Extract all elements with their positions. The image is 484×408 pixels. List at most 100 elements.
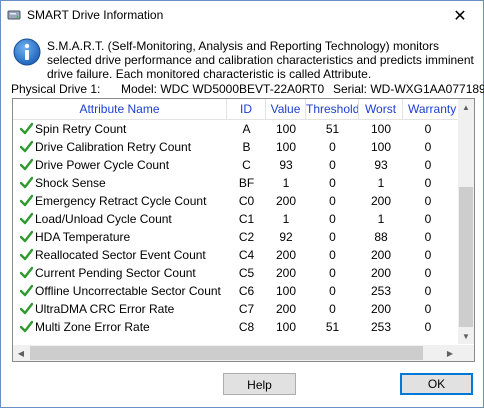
table-row[interactable]: Shock Sense BF 1 0 1 0 — [13, 174, 459, 192]
cell-warranty: 0 — [424, 176, 432, 190]
cell-name: HDA Temperature — [35, 230, 131, 244]
checkmark-icon — [20, 230, 33, 243]
cell-worst: 200 — [370, 194, 392, 208]
scroll-left-icon[interactable]: ◀ — [13, 345, 29, 361]
cell-id: A — [242, 122, 251, 136]
close-button[interactable]: ✕ — [437, 1, 483, 31]
checkmark-icon — [20, 284, 33, 297]
cell-worst: 100 — [370, 140, 392, 154]
cell-threshold: 0 — [329, 266, 336, 280]
cell-worst: 200 — [370, 302, 392, 316]
table-row[interactable]: Load/Unload Cycle Count C1 1 0 1 0 — [13, 210, 459, 228]
close-icon: ✕ — [453, 8, 467, 25]
horizontal-scroll-thumb[interactable] — [30, 346, 423, 360]
cell-threshold: 0 — [329, 302, 336, 316]
table-header: Attribute Name ID Value Threshold Worst … — [13, 99, 459, 120]
cell-warranty: 0 — [424, 284, 432, 298]
cell-value: 92 — [279, 230, 293, 244]
cell-worst: 88 — [374, 230, 388, 244]
vertical-scroll-thumb[interactable] — [459, 187, 473, 327]
attribute-table[interactable]: Attribute Name ID Value Threshold Worst … — [12, 98, 475, 362]
cell-threshold: 0 — [329, 140, 336, 154]
cell-worst: 93 — [374, 158, 388, 172]
cell-worst: 1 — [377, 176, 385, 190]
table-row[interactable]: Reallocated Sector Event Count C4 200 0 200 0 — [13, 246, 459, 264]
cell-warranty: 0 — [424, 158, 432, 172]
col-header-warranty[interactable]: Warranty — [403, 99, 459, 119]
col-header-threshold[interactable]: Threshold — [306, 99, 359, 119]
smart-dialog: SMART Drive Information ✕ S.M.A.R.T. (Se… — [0, 0, 484, 408]
vertical-scrollbar[interactable]: ▲ ▼ — [458, 99, 474, 344]
cell-id: BF — [238, 176, 255, 190]
cell-value: 1 — [282, 212, 290, 226]
cell-name: Emergency Retract Cycle Count — [35, 194, 207, 208]
table-row[interactable]: UltraDMA CRC Error Rate C7 200 0 200 0 — [13, 300, 459, 318]
cell-id: C0 — [238, 194, 255, 208]
cell-value: 200 — [275, 266, 297, 280]
col-header-value[interactable]: Value — [266, 99, 306, 119]
cell-value: 200 — [275, 248, 297, 262]
col-header-attribute-name[interactable]: Attribute Name — [13, 99, 227, 119]
cell-name: Multi Zone Error Rate — [35, 320, 150, 334]
title-bar: SMART Drive Information ✕ — [1, 1, 483, 31]
cell-id: C6 — [238, 284, 255, 298]
cell-value: 100 — [275, 320, 297, 334]
cell-name: Drive Calibration Retry Count — [35, 140, 192, 154]
cell-name: Load/Unload Cycle Count — [35, 212, 172, 226]
cell-threshold: 51 — [325, 122, 340, 136]
cell-threshold: 0 — [329, 194, 336, 208]
table-row[interactable]: Drive Power Cycle Count C 93 0 93 0 — [13, 156, 459, 174]
checkmark-icon — [20, 320, 33, 333]
table-row[interactable]: Drive Calibration Retry Count B 100 0 100 0 — [13, 138, 459, 156]
checkmark-icon — [20, 158, 33, 171]
table-row[interactable]: Emergency Retract Cycle Count C0 200 0 200 0 — [13, 192, 459, 210]
table-row[interactable]: HDA Temperature C2 92 0 88 0 — [13, 228, 459, 246]
scroll-up-icon[interactable]: ▲ — [458, 99, 474, 115]
cell-name: Shock Sense — [35, 176, 106, 190]
physical-drive-label: Physical Drive 1: — [11, 82, 101, 96]
cell-value: 200 — [275, 302, 297, 316]
info-icon — [13, 38, 41, 66]
cell-name: Reallocated Sector Event Count — [35, 248, 206, 262]
cell-threshold: 0 — [329, 248, 336, 262]
table-row[interactable]: Spin Retry Count A 100 51 100 0 — [13, 120, 459, 138]
checkmark-icon — [20, 266, 33, 279]
ok-button[interactable]: OK — [400, 373, 473, 395]
window-title: SMART Drive Information — [27, 8, 164, 22]
col-header-id[interactable]: ID — [227, 99, 266, 119]
cell-value: 100 — [275, 284, 297, 298]
scroll-down-icon[interactable]: ▼ — [458, 328, 474, 344]
table-row[interactable]: Multi Zone Error Rate C8 100 51 253 0 — [13, 318, 459, 336]
cell-id: C — [242, 158, 251, 172]
info-description: S.M.A.R.T. (Self-Monitoring, Analysis an… — [47, 39, 474, 81]
drive-model: Model: WDC WD5000BEVT-22A0RT0 — [121, 82, 325, 96]
cell-id: C2 — [238, 230, 255, 244]
scroll-right-icon[interactable]: ▶ — [442, 345, 458, 361]
cell-id: B — [242, 140, 251, 154]
cell-worst: 253 — [370, 320, 392, 334]
cell-warranty: 0 — [424, 194, 432, 208]
cell-warranty: 0 — [424, 248, 432, 262]
cell-threshold: 51 — [325, 320, 340, 334]
cell-worst: 1 — [377, 212, 385, 226]
cell-value: 93 — [279, 158, 293, 172]
checkmark-icon — [20, 212, 33, 225]
cell-threshold: 0 — [329, 212, 336, 226]
cell-warranty: 0 — [424, 230, 432, 244]
col-header-worst[interactable]: Worst — [359, 99, 403, 119]
cell-value: 200 — [275, 194, 297, 208]
cell-value: 100 — [275, 122, 297, 136]
cell-name: Spin Retry Count — [35, 122, 127, 136]
help-button[interactable]: Help — [223, 373, 296, 395]
checkmark-icon — [20, 176, 33, 189]
cell-threshold: 0 — [329, 176, 336, 190]
scroll-corner — [458, 345, 474, 361]
horizontal-scrollbar[interactable]: ◀ ▶ — [13, 345, 458, 361]
checkmark-icon — [20, 194, 33, 207]
cell-warranty: 0 — [424, 140, 432, 154]
cell-name: Current Pending Sector Count — [35, 266, 196, 280]
checkmark-icon — [20, 122, 33, 135]
cell-warranty: 0 — [424, 122, 432, 136]
table-row[interactable]: Current Pending Sector Count C5 200 0 200 0 — [13, 264, 459, 282]
table-row[interactable]: Offline Uncorrectable Sector Count C6 100 0… — [13, 282, 459, 300]
